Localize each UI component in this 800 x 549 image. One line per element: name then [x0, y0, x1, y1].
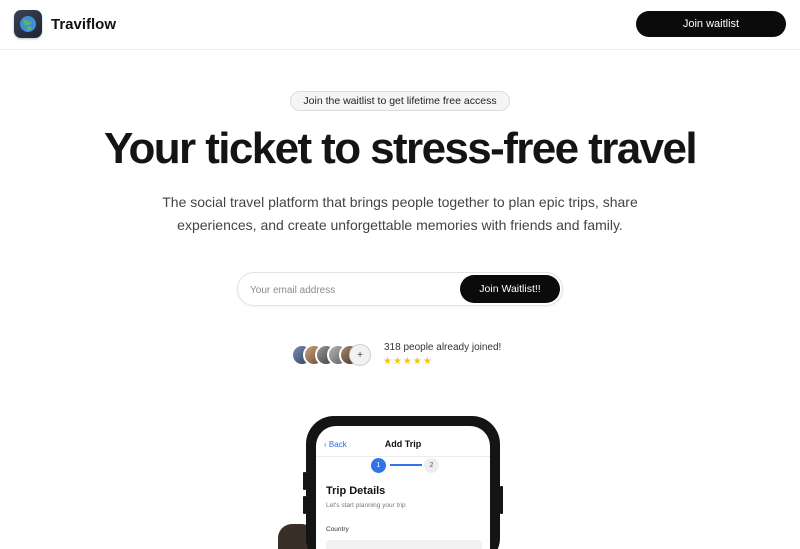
social-proof: + 318 people already joined! ★★★★★: [291, 342, 531, 372]
brand-logo-link[interactable]: Traviflow: [14, 10, 116, 38]
section-subtitle: Let's start planning your trip: [326, 502, 406, 509]
hero-title: Your ticket to stress-free travel: [104, 124, 698, 173]
plus-icon: +: [349, 344, 371, 366]
phone-side-button: [500, 486, 503, 514]
top-navbar: Traviflow Join waitlist: [0, 0, 800, 50]
globe-logo-icon: [14, 10, 42, 38]
hero-subtitle: The social travel platform that brings p…: [162, 194, 638, 233]
country-field: [326, 540, 482, 549]
waitlist-form: Join Waitlist!!: [237, 272, 563, 306]
phone-screen: ‹ Back Add Trip 1 2 Trip Details Let's s…: [316, 426, 490, 549]
screen-title: Add Trip: [384, 439, 422, 449]
brand-name: Traviflow: [51, 15, 117, 33]
star-rating: ★★★★★: [383, 356, 433, 367]
step-progress-line: [390, 464, 422, 466]
announcement-badge: Join the waitlist to get lifetime free a…: [290, 91, 510, 111]
step-indicator-next: 2: [424, 458, 439, 473]
join-waitlist-submit-button[interactable]: Join Waitlist!!: [460, 275, 560, 303]
joined-count-text: 318 people already joined!: [384, 342, 502, 353]
divider: [316, 456, 490, 457]
join-waitlist-nav-button[interactable]: Join waitlist: [636, 11, 786, 37]
email-input[interactable]: [250, 280, 450, 300]
phone-mockup: ‹ Back Add Trip 1 2 Trip Details Let's s…: [306, 416, 500, 549]
section-title: Trip Details: [326, 485, 386, 497]
country-label: Country: [326, 526, 349, 533]
step-indicator-current: 1: [371, 458, 386, 473]
